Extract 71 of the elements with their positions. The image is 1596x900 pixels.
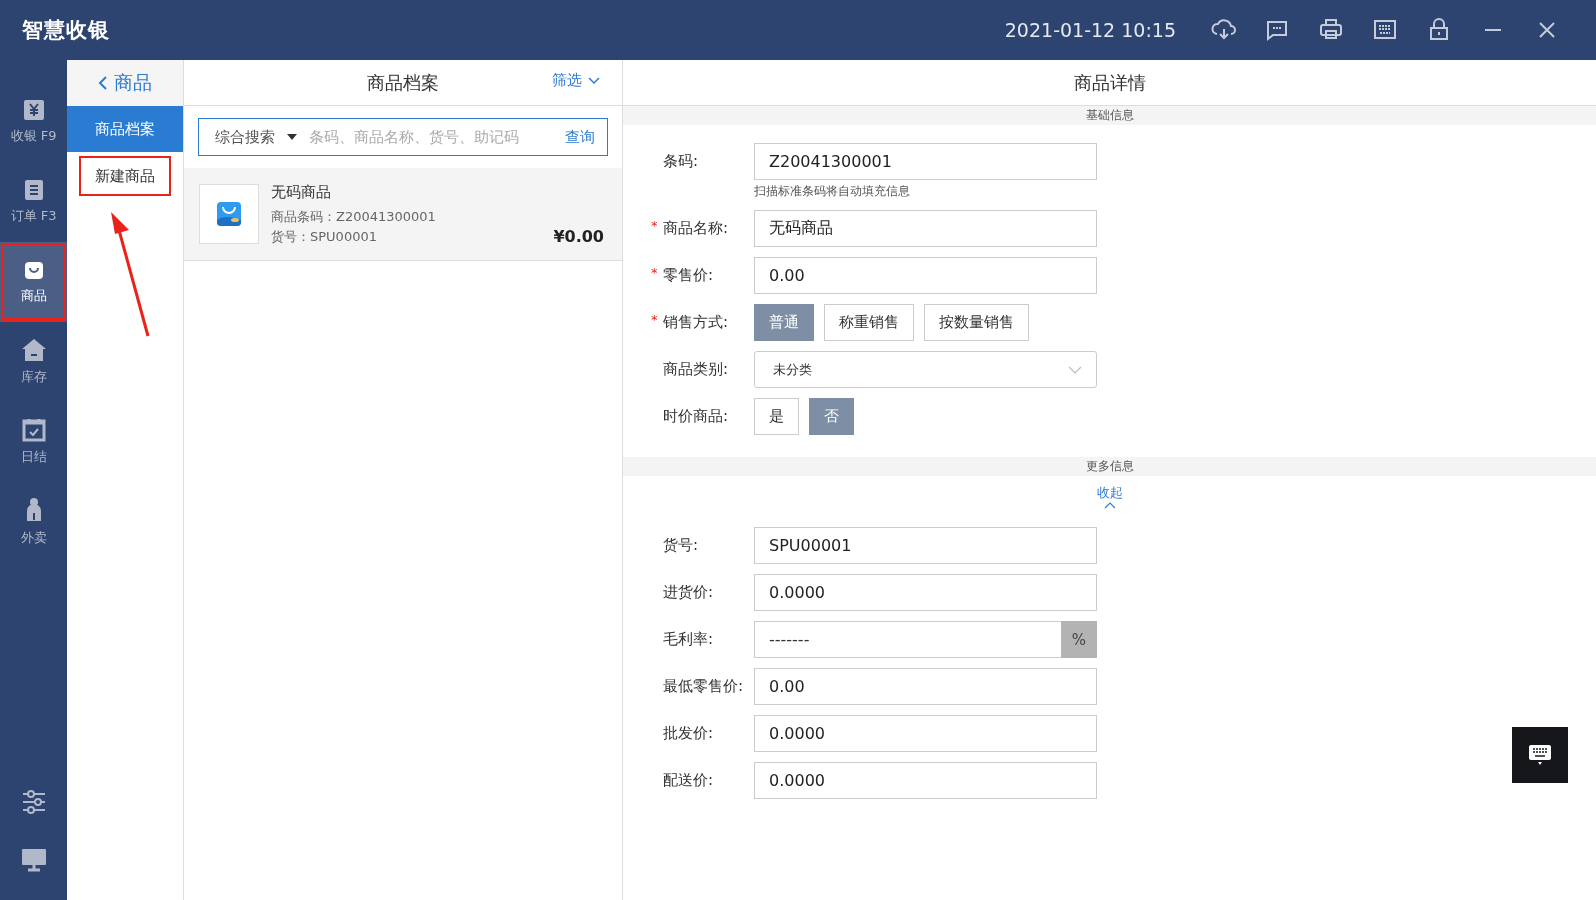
product-price: ¥0.00 [553,227,604,246]
search-button[interactable]: 查询 [565,127,595,147]
option-button[interactable]: 是 [754,398,799,435]
text-field[interactable]: 0.00 [754,668,1097,705]
filter-button[interactable]: 筛选 [546,70,606,91]
nav-item[interactable]: 库存 [0,322,67,402]
field-hint: 扫描标准条码将自动填充信息 [754,183,911,200]
collapse-link[interactable]: 收起 [1096,484,1123,509]
margin-field[interactable]: ------- [754,621,1061,658]
chevron-left-icon [98,76,108,90]
product-sku: 货号：SPU00001 [271,227,378,246]
minimize-icon [1484,28,1502,32]
bag-icon [22,259,45,281]
shopping-bag-icon [215,200,243,228]
field-label: 毛利率: [663,630,714,649]
text-field[interactable]: 0.0000 [754,715,1097,752]
calendar-icon [21,418,46,442]
caret-icon [287,134,297,140]
required-mark: * [651,312,658,327]
document-icon [22,179,45,201]
field-label: 货号: [663,536,699,555]
field-label: 条码: [663,152,699,171]
nav-item[interactable]: 商品 [0,242,67,322]
date-time: 2021-01-12 10:15 [1004,19,1176,41]
section-header: 更多信息 [623,457,1596,476]
house-icon [20,338,47,362]
sliders-icon[interactable] [20,790,47,814]
field-label: 零售价: [663,266,714,285]
text-field[interactable]: 0.0000 [754,762,1097,799]
field-label: 商品类别: [663,360,729,379]
text-field[interactable]: SPU00001 [754,527,1097,564]
panel-title: 商品档案 [367,70,439,95]
nav-item[interactable]: 订单 F3 [0,162,67,242]
option-button[interactable]: 称重销售 [824,304,914,341]
category-dropdown[interactable]: 未分类 [754,351,1097,388]
app-logo: 智慧收银 [22,17,110,44]
keyboard-icon [1528,744,1552,766]
text-field[interactable]: 0.0000 [754,574,1097,611]
search-field[interactable]: 综合搜索 条码、商品名称、货号、助记码 查询 [198,118,608,156]
nav-item[interactable]: 外卖 [0,482,67,562]
search-type-dropdown[interactable]: 综合搜索 [215,127,297,147]
product-name: 无码商品 [271,182,332,202]
option-button[interactable]: 按数量销售 [924,304,1029,341]
submenu-item[interactable]: 商品档案 [67,106,183,152]
field-label: 进货价: [663,583,714,602]
product-card[interactable]: 无码商品 商品条码：Z20041300001 货号：SPU00001 ¥0.00 [184,168,622,261]
field-label: 销售方式: [663,313,729,332]
yen-icon [22,99,45,121]
submenu-item[interactable]: 新建商品 [81,158,169,194]
chevron-down-icon [588,76,600,85]
text-field[interactable]: 无码商品 [754,210,1097,247]
required-mark: * [651,265,658,280]
nav-item[interactable]: 日结 [0,402,67,482]
required-mark: * [651,218,658,233]
field-label: 时价商品: [663,407,729,426]
field-label: 商品名称: [663,219,729,238]
chevron-up-icon [1103,502,1116,509]
chevron-down-icon [1068,365,1082,374]
text-field[interactable]: 0.00 [754,257,1097,294]
percent-unit: % [1061,621,1097,658]
monitor-icon[interactable] [20,848,47,872]
field-label: 配送价: [663,771,714,790]
text-field[interactable]: Z20041300001 [754,143,1097,180]
product-barcode: 商品条码：Z20041300001 [271,207,437,226]
panel-title: 商品详情 [1073,70,1146,95]
section-header: 基础信息 [623,106,1596,125]
field-label: 批发价: [663,724,714,743]
nav-item[interactable]: 收银 F9 [0,82,67,162]
field-label: 最低零售价: [663,677,744,696]
keyboard-button[interactable] [1512,727,1568,783]
back-link[interactable]: 商品 [67,60,183,106]
